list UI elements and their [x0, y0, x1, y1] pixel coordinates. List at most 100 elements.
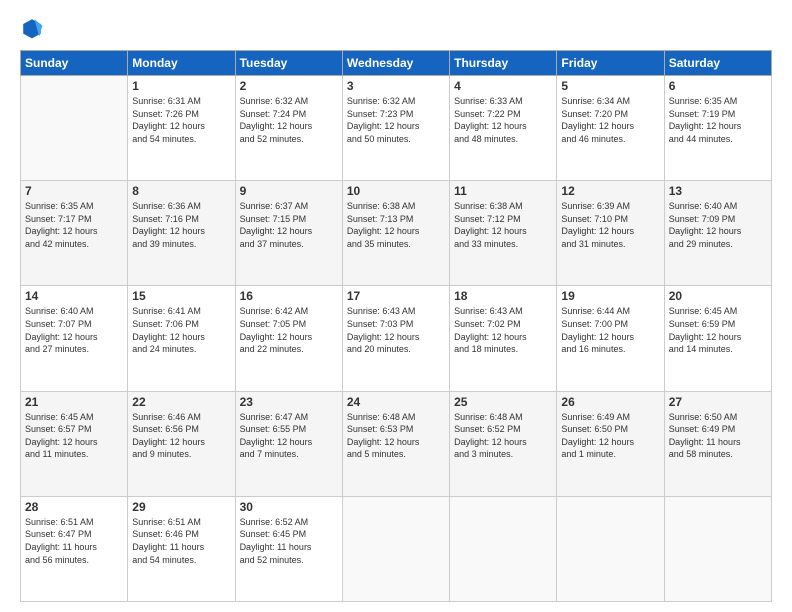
- day-info: Sunrise: 6:39 AM Sunset: 7:10 PM Dayligh…: [561, 200, 659, 250]
- day-number: 28: [25, 500, 123, 514]
- day-info: Sunrise: 6:38 AM Sunset: 7:12 PM Dayligh…: [454, 200, 552, 250]
- day-number: 1: [132, 79, 230, 93]
- calendar-cell: 6Sunrise: 6:35 AM Sunset: 7:19 PM Daylig…: [664, 76, 771, 181]
- day-info: Sunrise: 6:32 AM Sunset: 7:23 PM Dayligh…: [347, 95, 445, 145]
- calendar-cell: 28 Sunrise: 6:51 AM Sunset: 6:47 PM Dayli…: [21, 496, 128, 601]
- calendar-cell: 2 Sunrise: 6:32 AM Sunset: 7:24 PM Daylig…: [235, 76, 342, 181]
- calendar-cell: 29Sunrise: 6:51 AM Sunset: 6:46 PM Dayli…: [128, 496, 235, 601]
- day-number: 16: [240, 289, 338, 303]
- weekday-header-wednesday: Wednesday: [342, 51, 449, 76]
- day-info: Sunrise: 6:37 AM Sunset: 7:15 PM Dayligh…: [240, 200, 338, 250]
- day-info: Sunrise: 6:42 AM Sunset: 7:05 PM Dayligh…: [240, 305, 338, 355]
- day-number: 17: [347, 289, 445, 303]
- day-number: 3: [347, 79, 445, 93]
- day-info: Sunrise: 6:43 AM Sunset: 7:02 PM Dayligh…: [454, 305, 552, 355]
- calendar-cell: 13Sunrise: 6:40 AM Sunset: 7:09 PM Dayli…: [664, 181, 771, 286]
- calendar-table: SundayMondayTuesdayWednesdayThursdayFrid…: [20, 50, 772, 602]
- calendar-cell: 10 Sunrise: 6:38 AM Sunset: 7:13 PM Dayli…: [342, 181, 449, 286]
- calendar-cell: 11 Sunrise: 6:38 AM Sunset: 7:12 PM Dayli…: [450, 181, 557, 286]
- calendar-cell: [664, 496, 771, 601]
- weekday-header-friday: Friday: [557, 51, 664, 76]
- day-info: Sunrise: 6:35 AM Sunset: 7:19 PM Dayligh…: [669, 95, 767, 145]
- calendar-cell: 22 Sunrise: 6:46 AM Sunset: 6:56 PM Dayli…: [128, 391, 235, 496]
- day-info: Sunrise: 6:40 AM Sunset: 7:07 PM Dayligh…: [25, 305, 123, 355]
- day-info: Sunrise: 6:34 AM Sunset: 7:20 PM Dayligh…: [561, 95, 659, 145]
- day-number: 10: [347, 184, 445, 198]
- day-number: 30: [240, 500, 338, 514]
- header: [20, 16, 772, 40]
- day-info: Sunrise: 6:32 AM Sunset: 7:24 PM Dayligh…: [240, 95, 338, 145]
- calendar-cell: 12 Sunrise: 6:39 AM Sunset: 7:10 PM Dayli…: [557, 181, 664, 286]
- calendar-cell: 17 Sunrise: 6:43 AM Sunset: 7:03 PM Dayli…: [342, 286, 449, 391]
- day-number: 8: [132, 184, 230, 198]
- calendar-cell: [21, 76, 128, 181]
- day-number: 15: [132, 289, 230, 303]
- day-info: Sunrise: 6:41 AM Sunset: 7:06 PM Dayligh…: [132, 305, 230, 355]
- day-number: 2: [240, 79, 338, 93]
- day-info: Sunrise: 6:46 AM Sunset: 6:56 PM Dayligh…: [132, 411, 230, 461]
- day-info: Sunrise: 6:51 AM Sunset: 6:47 PM Dayligh…: [25, 516, 123, 566]
- day-info: Sunrise: 6:50 AM Sunset: 6:49 PM Dayligh…: [669, 411, 767, 461]
- logo: [20, 16, 48, 40]
- calendar-cell: 24 Sunrise: 6:48 AM Sunset: 6:53 PM Dayli…: [342, 391, 449, 496]
- day-number: 4: [454, 79, 552, 93]
- calendar-cell: 23 Sunrise: 6:47 AM Sunset: 6:55 PM Dayli…: [235, 391, 342, 496]
- logo-icon: [20, 16, 44, 40]
- day-info: Sunrise: 6:43 AM Sunset: 7:03 PM Dayligh…: [347, 305, 445, 355]
- page: SundayMondayTuesdayWednesdayThursdayFrid…: [0, 0, 792, 612]
- day-info: Sunrise: 6:31 AM Sunset: 7:26 PM Dayligh…: [132, 95, 230, 145]
- day-info: Sunrise: 6:48 AM Sunset: 6:53 PM Dayligh…: [347, 411, 445, 461]
- day-number: 7: [25, 184, 123, 198]
- day-info: Sunrise: 6:35 AM Sunset: 7:17 PM Dayligh…: [25, 200, 123, 250]
- weekday-header-saturday: Saturday: [664, 51, 771, 76]
- weekday-header-thursday: Thursday: [450, 51, 557, 76]
- day-number: 11: [454, 184, 552, 198]
- day-number: 5: [561, 79, 659, 93]
- day-info: Sunrise: 6:44 AM Sunset: 7:00 PM Dayligh…: [561, 305, 659, 355]
- day-number: 14: [25, 289, 123, 303]
- calendar-cell: 25 Sunrise: 6:48 AM Sunset: 6:52 PM Dayli…: [450, 391, 557, 496]
- day-info: Sunrise: 6:49 AM Sunset: 6:50 PM Dayligh…: [561, 411, 659, 461]
- calendar-cell: 30 Sunrise: 6:52 AM Sunset: 6:45 PM Dayli…: [235, 496, 342, 601]
- day-number: 13: [669, 184, 767, 198]
- calendar-cell: 1 Sunrise: 6:31 AM Sunset: 7:26 PM Daylig…: [128, 76, 235, 181]
- calendar-cell: 20 Sunrise: 6:45 AM Sunset: 6:59 PM Dayli…: [664, 286, 771, 391]
- day-info: Sunrise: 6:36 AM Sunset: 7:16 PM Dayligh…: [132, 200, 230, 250]
- calendar-cell: [557, 496, 664, 601]
- calendar-cell: 14 Sunrise: 6:40 AM Sunset: 7:07 PM Dayli…: [21, 286, 128, 391]
- day-info: Sunrise: 6:45 AM Sunset: 6:57 PM Dayligh…: [25, 411, 123, 461]
- weekday-header-monday: Monday: [128, 51, 235, 76]
- day-number: 22: [132, 395, 230, 409]
- calendar-cell: 8 Sunrise: 6:36 AM Sunset: 7:16 PM Daylig…: [128, 181, 235, 286]
- calendar-cell: 4 Sunrise: 6:33 AM Sunset: 7:22 PM Daylig…: [450, 76, 557, 181]
- calendar-cell: 7 Sunrise: 6:35 AM Sunset: 7:17 PM Daylig…: [21, 181, 128, 286]
- calendar-cell: 15 Sunrise: 6:41 AM Sunset: 7:06 PM Dayli…: [128, 286, 235, 391]
- day-info: Sunrise: 6:52 AM Sunset: 6:45 PM Dayligh…: [240, 516, 338, 566]
- calendar-cell: 26 Sunrise: 6:49 AM Sunset: 6:50 PM Dayli…: [557, 391, 664, 496]
- day-number: 26: [561, 395, 659, 409]
- day-number: 18: [454, 289, 552, 303]
- calendar-cell: 5 Sunrise: 6:34 AM Sunset: 7:20 PM Daylig…: [557, 76, 664, 181]
- day-number: 12: [561, 184, 659, 198]
- calendar-cell: 9 Sunrise: 6:37 AM Sunset: 7:15 PM Daylig…: [235, 181, 342, 286]
- calendar-cell: 21 Sunrise: 6:45 AM Sunset: 6:57 PM Dayli…: [21, 391, 128, 496]
- calendar-cell: 19 Sunrise: 6:44 AM Sunset: 7:00 PM Dayli…: [557, 286, 664, 391]
- day-info: Sunrise: 6:33 AM Sunset: 7:22 PM Dayligh…: [454, 95, 552, 145]
- day-info: Sunrise: 6:38 AM Sunset: 7:13 PM Dayligh…: [347, 200, 445, 250]
- day-number: 21: [25, 395, 123, 409]
- day-number: 25: [454, 395, 552, 409]
- calendar-cell: 16 Sunrise: 6:42 AM Sunset: 7:05 PM Dayli…: [235, 286, 342, 391]
- day-number: 19: [561, 289, 659, 303]
- day-number: 9: [240, 184, 338, 198]
- day-number: 23: [240, 395, 338, 409]
- day-info: Sunrise: 6:47 AM Sunset: 6:55 PM Dayligh…: [240, 411, 338, 461]
- day-number: 24: [347, 395, 445, 409]
- calendar-cell: 3 Sunrise: 6:32 AM Sunset: 7:23 PM Daylig…: [342, 76, 449, 181]
- calendar-cell: 27 Sunrise: 6:50 AM Sunset: 6:49 PM Dayli…: [664, 391, 771, 496]
- day-info: Sunrise: 6:45 AM Sunset: 6:59 PM Dayligh…: [669, 305, 767, 355]
- day-info: Sunrise: 6:48 AM Sunset: 6:52 PM Dayligh…: [454, 411, 552, 461]
- day-number: 20: [669, 289, 767, 303]
- calendar-cell: [342, 496, 449, 601]
- day-number: 27: [669, 395, 767, 409]
- day-info: Sunrise: 6:51 AM Sunset: 6:46 PM Dayligh…: [132, 516, 230, 566]
